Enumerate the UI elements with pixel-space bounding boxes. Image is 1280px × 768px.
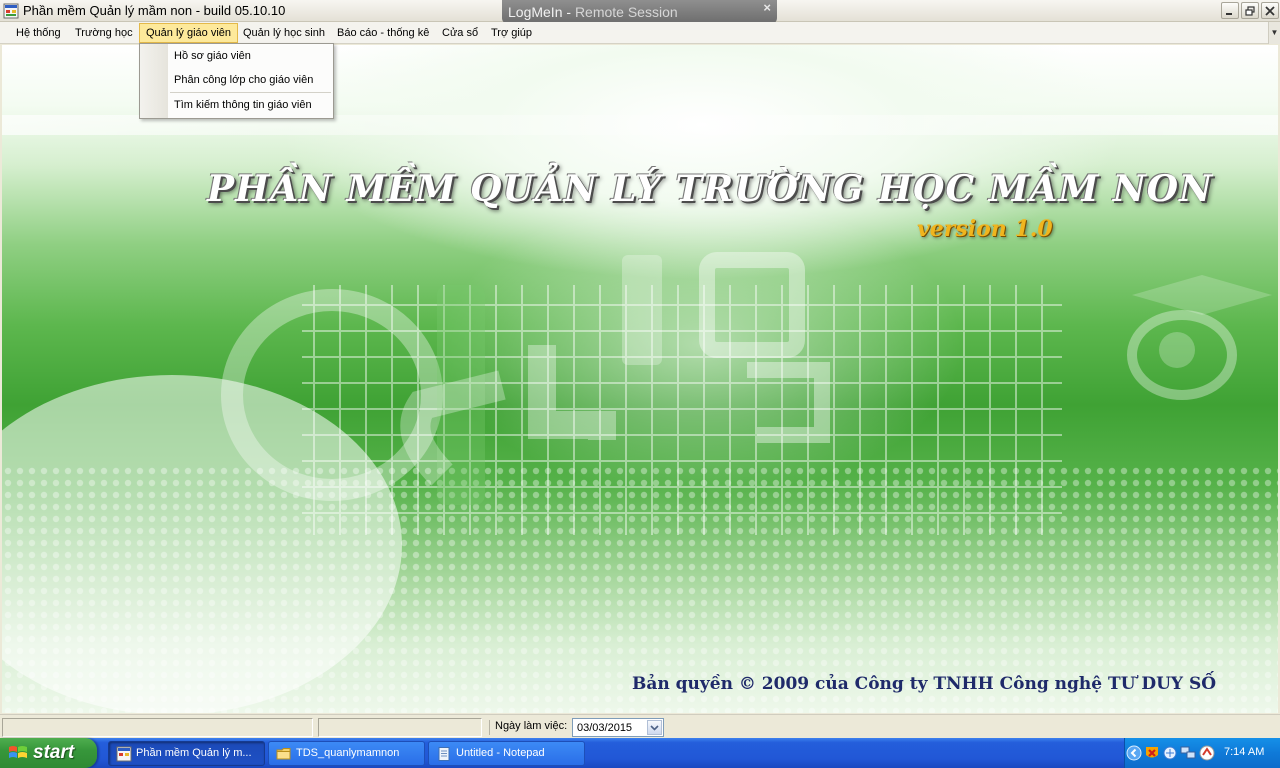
- copyright-text: Bản quyền © 2009 của Công ty TNHH Công n…: [632, 674, 1217, 694]
- restore-icon: [1245, 5, 1255, 16]
- work-date-label: Ngày làm việc:: [489, 720, 567, 735]
- status-bar: Ngày làm việc: 03/03/2015: [0, 714, 1280, 738]
- splash-background-art: [2, 195, 1278, 713]
- menu-overflow-button[interactable]: ▼: [1268, 22, 1280, 44]
- notepad-icon: [438, 747, 450, 761]
- menu-quan-ly-hoc-sinh[interactable]: Quản lý học sinh: [237, 23, 331, 43]
- app-window-icon: [116, 746, 132, 762]
- menu-quan-ly-giao-vien[interactable]: Quản lý giáo viên: [139, 23, 238, 43]
- menu-bao-cao-thong-ke[interactable]: Báo cáo - thống kê: [331, 23, 435, 43]
- status-panel-1: [2, 718, 313, 737]
- close-icon: [1265, 5, 1275, 16]
- remote-session-name: LogMeIn -: [508, 4, 572, 20]
- chevron-down-icon: ▼: [1270, 28, 1279, 37]
- start-button[interactable]: start: [0, 738, 97, 768]
- system-tray: 7:14 AM: [1124, 738, 1280, 768]
- menu-tro-giup[interactable]: Trợ giúp: [485, 23, 538, 43]
- chevron-left-icon[interactable]: [1126, 745, 1142, 761]
- menu-bar: Hệ thống Trường học Quản lý giáo viên Qu…: [0, 22, 1280, 44]
- work-date-picker[interactable]: 03/03/2015: [572, 718, 664, 737]
- app-window: Phần mềm Quản lý mầm non - build 05.10.1…: [0, 0, 1280, 768]
- taskbar: start Phần mềm Quản lý m... TDS_quanlyma…: [0, 738, 1280, 768]
- menu-item-ho-so-giao-vien[interactable]: Hồ sơ giáo viên: [174, 50, 251, 62]
- taskbar-item-label: Untitled - Notepad: [456, 747, 545, 759]
- remote-session-label: Remote Session: [574, 4, 678, 20]
- clock: 7:14 AM: [1224, 746, 1265, 758]
- remote-session-banner[interactable]: LogMeIn - Remote Session ×: [502, 0, 777, 24]
- app-window-icon: [3, 3, 19, 19]
- version-label: version 1.0: [917, 216, 1053, 242]
- security-alert-icon[interactable]: [1144, 745, 1160, 761]
- menu-item-phan-cong-lop[interactable]: Phân công lớp cho giáo viên: [174, 74, 313, 86]
- taskbar-item-label: Phần mềm Quản lý m...: [136, 747, 252, 759]
- taskbar-item-folder[interactable]: TDS_quanlymamnon: [268, 741, 425, 766]
- minimize-button[interactable]: [1221, 2, 1239, 19]
- dropdown-menu-giao-vien: Hồ sơ giáo viên Phân công lớp cho giáo v…: [139, 43, 334, 119]
- close-button[interactable]: [1261, 2, 1279, 19]
- taskbar-item-label: TDS_quanlymamnon: [296, 747, 400, 759]
- menu-cua-so[interactable]: Cửa sổ: [436, 23, 484, 43]
- taskbar-item-notepad[interactable]: Untitled - Notepad: [428, 741, 585, 766]
- date-dropdown-button[interactable]: [647, 720, 662, 735]
- network-icon[interactable]: [1162, 745, 1178, 761]
- splash-title: PHẦN MỀM QUẢN LÝ TRƯỜNG HỌC MẦM NON: [207, 168, 1214, 210]
- menu-truong-hoc[interactable]: Trường học: [69, 23, 139, 43]
- close-icon[interactable]: ×: [763, 0, 771, 15]
- taskbar-item-app[interactable]: Phần mềm Quản lý m...: [108, 741, 265, 766]
- work-date-value[interactable]: 03/03/2015: [577, 722, 632, 734]
- menu-he-thong[interactable]: Hệ thống: [10, 23, 67, 43]
- chevron-down-icon: [650, 724, 659, 731]
- windows-logo-icon: [9, 746, 27, 758]
- menu-item-tim-kiem-giao-vien[interactable]: Tìm kiếm thông tin giáo viên: [174, 99, 312, 111]
- computers-icon[interactable]: [1180, 745, 1196, 761]
- minimize-icon: [1226, 12, 1232, 15]
- folder-icon: [276, 748, 291, 760]
- menu-separator: [170, 92, 331, 93]
- menu-icon-gutter: [140, 44, 168, 118]
- status-panel-2: [318, 718, 482, 737]
- title-bar[interactable]: Phần mềm Quản lý mầm non - build 05.10.1…: [0, 0, 1280, 24]
- splash-screen: PHẦN MỀM QUẢN LÝ TRƯỜNG HỌC MẦM NON vers…: [2, 45, 1278, 713]
- logmein-icon[interactable]: [1199, 745, 1215, 761]
- start-label: start: [33, 742, 75, 763]
- restore-button[interactable]: [1241, 2, 1259, 19]
- window-title: Phần mềm Quản lý mầm non - build 05.10.1…: [23, 3, 286, 18]
